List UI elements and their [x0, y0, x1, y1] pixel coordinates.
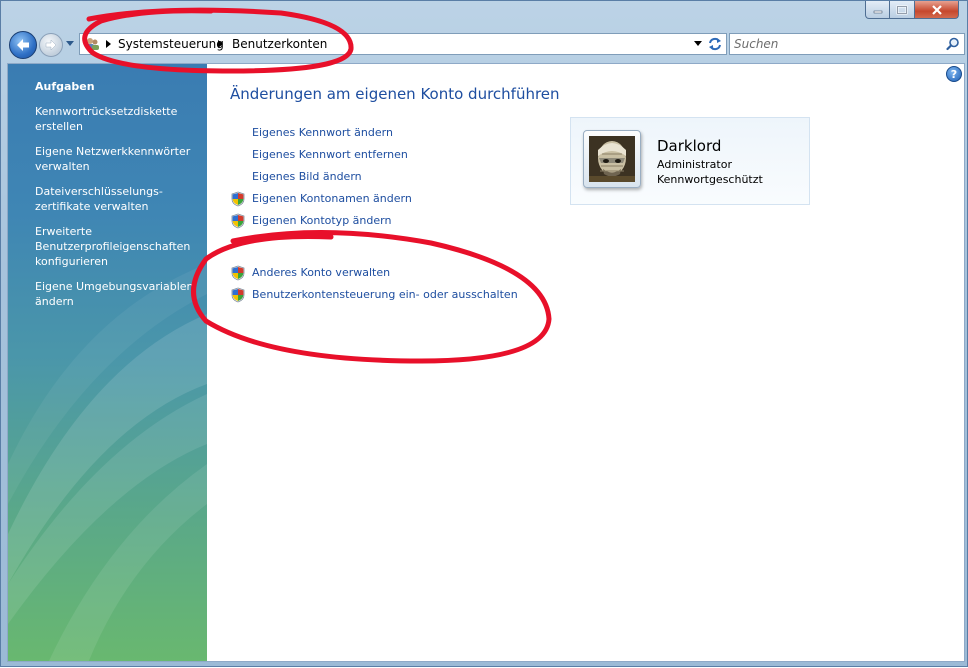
sidebar-item-password-reset-disk[interactable]: Kennwortrücksetzdiskette erstellen	[35, 104, 200, 134]
close-button[interactable]	[915, 1, 959, 19]
back-button[interactable]	[9, 31, 37, 59]
breadcrumb-systemsteuerung[interactable]: Systemsteuerung	[118, 37, 224, 51]
uac-shield-icon	[231, 191, 245, 207]
task-manage-other-account[interactable]: Anderes Konto verwalten	[252, 266, 390, 279]
account-password-status: Kennwortgeschützt	[657, 173, 763, 186]
uac-shield-icon	[231, 265, 245, 281]
sidebar-item-encryption-certificates[interactable]: Dateiverschlüsselungs-zertifikate verwal…	[35, 184, 200, 214]
address-bar[interactable]: Systemsteuerung Benutzerkonten	[79, 33, 727, 55]
uac-shield-icon	[231, 213, 245, 229]
page-title: Änderungen am eigenen Konto durchführen	[230, 85, 560, 103]
task-change-picture[interactable]: Eigenes Bild ändern	[252, 170, 362, 183]
chevron-down-icon	[66, 41, 74, 46]
account-type: Administrator	[657, 158, 732, 171]
forward-button[interactable]	[39, 33, 63, 57]
tasks-sidebar: Aufgaben Kennwortrücksetzdiskette erstel…	[8, 64, 207, 661]
search-icon[interactable]	[946, 37, 960, 51]
avatar	[583, 130, 641, 188]
close-icon	[931, 4, 942, 15]
users-icon	[86, 38, 99, 50]
refresh-icon	[709, 37, 721, 51]
breadcrumb-separator-icon[interactable]	[104, 38, 112, 50]
task-toggle-uac[interactable]: Benutzerkontensteuerung ein- oder aussch…	[252, 288, 518, 301]
refresh-button[interactable]	[706, 36, 724, 52]
caption-buttons	[865, 1, 959, 19]
help-icon: ?	[950, 67, 958, 81]
control-panel-window: Systemsteuerung Benutzerkonten Suchen Au…	[0, 0, 968, 667]
uac-shield-icon	[231, 287, 245, 303]
navigation-bar: Systemsteuerung Benutzerkonten	[7, 29, 965, 61]
account-name: Darklord	[657, 137, 722, 155]
task-change-account-name[interactable]: Eigenen Kontonamen ändern	[252, 192, 412, 205]
minimize-icon	[873, 10, 882, 13]
minimize-button[interactable]	[865, 1, 890, 19]
sidebar-item-profile-properties[interactable]: Erweiterte Benutzerprofileigenschaften k…	[35, 224, 200, 269]
help-button[interactable]: ?	[946, 66, 962, 82]
back-arrow-icon	[17, 39, 29, 51]
maximize-button[interactable]	[890, 1, 915, 19]
chevron-down-icon	[694, 41, 702, 46]
content-pane: Aufgaben Kennwortrücksetzdiskette erstel…	[7, 63, 965, 662]
search-box[interactable]	[729, 33, 965, 55]
maximize-icon	[896, 5, 908, 14]
task-change-password[interactable]: Eigenes Kennwort ändern	[252, 126, 393, 139]
breadcrumb-benutzerkonten[interactable]: Benutzerkonten	[232, 37, 327, 51]
account-card: Darklord Administrator Kennwortgeschützt	[570, 117, 810, 205]
address-dropdown-button[interactable]	[692, 38, 704, 50]
task-remove-password[interactable]: Eigenes Kennwort entfernen	[252, 148, 408, 161]
breadcrumb-separator-icon[interactable]	[216, 38, 224, 50]
window-bottom-border	[7, 662, 965, 667]
sidebar-item-environment-variables[interactable]: Eigene Umgebungsvariablen ändern	[35, 279, 200, 309]
sidebar-item-network-passwords[interactable]: Eigene Netzwerkkennwörter verwalten	[35, 144, 200, 174]
avatar-picture	[589, 136, 635, 182]
recent-pages-dropdown[interactable]	[65, 39, 75, 49]
sidebar-heading: Aufgaben	[35, 80, 95, 93]
search-input[interactable]	[734, 36, 934, 52]
forward-arrow-icon	[45, 39, 57, 51]
task-change-account-type[interactable]: Eigenen Kontotyp ändern	[252, 214, 391, 227]
